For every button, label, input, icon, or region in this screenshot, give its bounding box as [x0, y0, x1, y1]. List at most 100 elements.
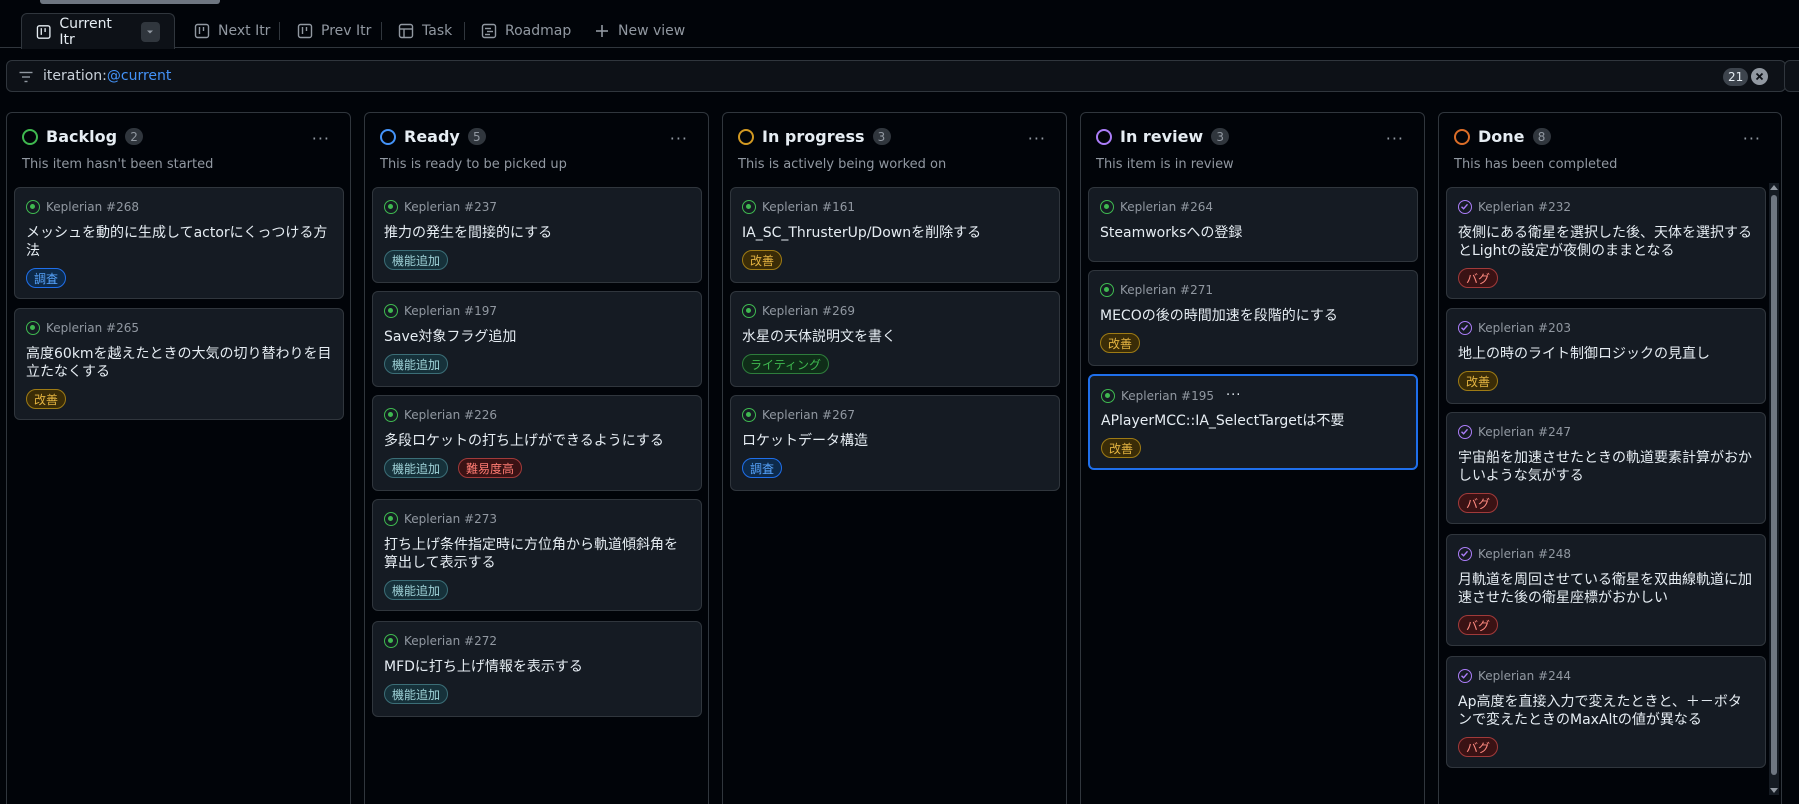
column-menu-button[interactable]: ···	[1743, 129, 1761, 148]
issue-title[interactable]: 地上の時のライト制御ロジックの見直し	[1458, 345, 1754, 363]
issue-reference[interactable]: Keplerian #264	[1120, 200, 1213, 214]
issue-reference[interactable]: Keplerian #226	[404, 408, 497, 422]
issue-card[interactable]: Keplerian #268 メッシュを動的に生成してactorにくっつける方法調…	[14, 187, 344, 299]
label-ライティング[interactable]: ライティング	[742, 354, 830, 374]
scroll-up-arrow[interactable]	[1770, 185, 1778, 190]
label-改善[interactable]: 改善	[1101, 438, 1142, 458]
label-バグ[interactable]: バグ	[1458, 615, 1499, 635]
issue-title[interactable]: メッシュを動的に生成してactorにくっつける方法	[26, 224, 332, 260]
column-menu-button[interactable]: ···	[1386, 129, 1404, 148]
issue-title[interactable]: MFDに打ち上げ情報を表示する	[384, 658, 690, 676]
clear-filter-button[interactable]	[1751, 68, 1768, 85]
issue-reference[interactable]: Keplerian #197	[404, 304, 497, 318]
issue-title[interactable]: 高度60kmを越えたときの大気の切り替わりを目立たなくする	[26, 345, 332, 381]
label-バグ[interactable]: バグ	[1458, 268, 1499, 288]
scrollbar-thumb[interactable]	[1771, 195, 1777, 775]
issue-card[interactable]: Keplerian #267 ロケットデータ構造 調査	[730, 395, 1060, 491]
label-調査[interactable]: 調査	[26, 268, 67, 288]
issue-title[interactable]: 打ち上げ条件指定時に方位角から軌道傾斜角を算出して表示する	[384, 536, 690, 572]
issue-title[interactable]: 水星の天体説明文を書く	[742, 328, 1048, 346]
issue-title[interactable]: MECOの後の時間加速を段階的にする	[1100, 307, 1406, 325]
column-menu-button[interactable]: ···	[670, 129, 688, 148]
issue-reference[interactable]: Keplerian #232	[1478, 200, 1571, 214]
new-view-button[interactable]: New view	[580, 13, 699, 48]
issue-reference[interactable]: Keplerian #203	[1478, 321, 1571, 335]
issue-title[interactable]: 月軌道を周回させている衛星を双曲線軌道に加速させた後の衛星座標がおかしい	[1458, 571, 1754, 607]
board-icon	[194, 23, 210, 38]
filter-side-button[interactable]	[1784, 60, 1799, 92]
filter-input[interactable]: iteration:@current 21	[6, 60, 1786, 92]
label-機能追加[interactable]: 機能追加	[384, 458, 449, 478]
issue-title[interactable]: IA_SC_ThrusterUp/Downを削除する	[742, 224, 1048, 242]
issue-reference[interactable]: Keplerian #248	[1478, 547, 1571, 561]
issue-card[interactable]: Keplerian #203 地上の時のライト制御ロジックの見直し 改善	[1446, 308, 1766, 404]
issue-card[interactable]: Keplerian #232 夜側にある衛星を選択した後、天体を選択するとLigh…	[1446, 187, 1766, 299]
issue-reference[interactable]: Keplerian #271	[1120, 283, 1213, 297]
issue-title[interactable]: Steamworksへの登録	[1100, 224, 1406, 242]
issue-card[interactable]: Keplerian #273 打ち上げ条件指定時に方位角から軌道傾斜角を算出して表…	[372, 499, 702, 611]
label-機能追加[interactable]: 機能追加	[384, 580, 449, 600]
column-menu-button[interactable]: ···	[1028, 129, 1046, 148]
issue-card[interactable]: Keplerian #195 ···APlayerMCC::IA_SelectTa…	[1088, 374, 1418, 470]
issue-card[interactable]: Keplerian #269 水星の天体説明文を書く ライティング	[730, 291, 1060, 387]
tab-roadmap[interactable]: Roadmap	[467, 13, 585, 48]
issue-reference[interactable]: Keplerian #161	[762, 200, 855, 214]
issue-title[interactable]: 推力の発生を間接的にする	[384, 224, 690, 242]
tab-options-button[interactable]	[140, 21, 160, 42]
open-issue-icon	[384, 408, 398, 422]
issue-card[interactable]: Keplerian #161 IA_SC_ThrusterUp/Downを削除する…	[730, 187, 1060, 283]
issue-card[interactable]: Keplerian #272 MFDに打ち上げ情報を表示する 機能追加	[372, 621, 702, 717]
tab-prev-itr[interactable]: Prev Itr	[283, 13, 385, 48]
tab-task[interactable]: Task	[384, 13, 466, 48]
scroll-down-arrow[interactable]	[1770, 788, 1778, 793]
issue-card[interactable]: Keplerian #247 宇宙船を加速させたときの軌道要素計算がおかしいような…	[1446, 412, 1766, 524]
tab-current-itr[interactable]: Current Itr	[21, 13, 175, 49]
issue-meta: Keplerian #272	[384, 634, 497, 648]
label-機能追加[interactable]: 機能追加	[384, 250, 449, 270]
issue-title[interactable]: 宇宙船を加速させたときの軌道要素計算がおかしいような気がする	[1458, 449, 1754, 485]
issue-card[interactable]: Keplerian #226 多段ロケットの打ち上げができるようにする 機能追加 難易…	[372, 395, 702, 491]
issue-reference[interactable]: Keplerian #195	[1121, 389, 1214, 403]
issue-card[interactable]: Keplerian #248 月軌道を周回させている衛星を双曲線軌道に加速させた後…	[1446, 534, 1766, 646]
card-options-button[interactable]: ···	[1226, 388, 1241, 403]
issue-title[interactable]: ロケットデータ構造	[742, 432, 1048, 450]
label-機能追加[interactable]: 機能追加	[384, 354, 449, 374]
issue-title[interactable]: 夜側にある衛星を選択した後、天体を選択するとLightの設定が夜側のままとなる	[1458, 224, 1754, 260]
tab-divider	[381, 22, 382, 40]
label-バグ[interactable]: バグ	[1458, 737, 1499, 757]
issue-reference[interactable]: Keplerian #247	[1478, 425, 1571, 439]
label-改善[interactable]: 改善	[1458, 371, 1499, 391]
issue-reference[interactable]: Keplerian #269	[762, 304, 855, 318]
column-menu-button[interactable]: ···	[312, 129, 330, 148]
issue-reference[interactable]: Keplerian #237	[404, 200, 497, 214]
label-難易度高[interactable]: 難易度高	[458, 458, 523, 478]
label-改善[interactable]: 改善	[26, 389, 67, 409]
issue-card[interactable]: Keplerian #264 Steamworksへの登録	[1088, 187, 1418, 262]
label-改善[interactable]: 改善	[742, 250, 783, 270]
issue-reference[interactable]: Keplerian #267	[762, 408, 855, 422]
issue-card[interactable]: Keplerian #197 Save対象フラグ追加 機能追加	[372, 291, 702, 387]
issue-card[interactable]: Keplerian #237 推力の発生を間接的にする 機能追加	[372, 187, 702, 283]
issue-title[interactable]: Save対象フラグ追加	[384, 328, 690, 346]
column-title: Done	[1478, 127, 1525, 146]
issue-reference[interactable]: Keplerian #268	[46, 200, 139, 214]
label-機能追加[interactable]: 機能追加	[384, 684, 449, 704]
label-調査[interactable]: 調査	[742, 458, 783, 478]
issue-card[interactable]: Keplerian #271 MECOの後の時間加速を段階的にする 改善	[1088, 270, 1418, 366]
issue-card[interactable]: Keplerian #244 Ap高度を直接入力で変えたときと、＋－ボタンで変えた…	[1446, 656, 1766, 768]
issue-title[interactable]: Ap高度を直接入力で変えたときと、＋－ボタンで変えたときのMaxAltの値が異な…	[1458, 693, 1754, 729]
issue-reference[interactable]: Keplerian #273	[404, 512, 497, 526]
tab-divider	[464, 22, 465, 40]
issue-title[interactable]: 多段ロケットの打ち上げができるようにする	[384, 432, 690, 450]
label-バグ[interactable]: バグ	[1458, 493, 1499, 513]
issue-card[interactable]: Keplerian #265 高度60kmを越えたときの大気の切り替わりを目立たな…	[14, 308, 344, 420]
label-改善[interactable]: 改善	[1100, 333, 1141, 353]
column-scrollbar[interactable]	[1769, 183, 1779, 795]
issue-title[interactable]: APlayerMCC::IA_SelectTargetは不要	[1101, 412, 1405, 430]
issue-reference[interactable]: Keplerian #265	[46, 321, 139, 335]
filter-query: iteration:@current	[43, 68, 171, 84]
tab-next-itr[interactable]: Next Itr	[180, 13, 284, 48]
issue-reference[interactable]: Keplerian #244	[1478, 669, 1571, 683]
view-tabs: Current Itr Next Itr Prev Itr Task Roadm…	[0, 0, 1799, 49]
issue-reference[interactable]: Keplerian #272	[404, 634, 497, 648]
